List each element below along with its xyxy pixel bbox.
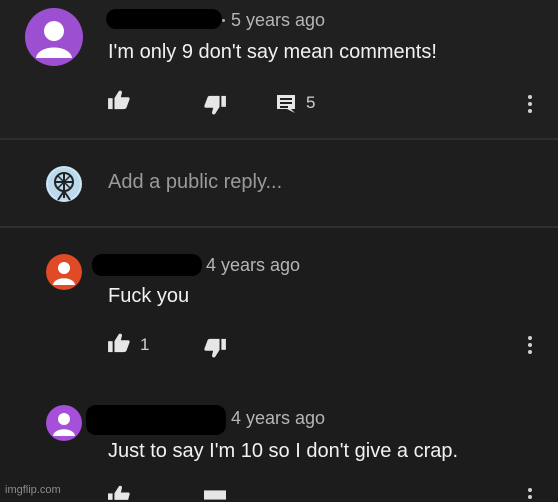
avatar[interactable] bbox=[25, 8, 83, 66]
current-user-avatar[interactable] bbox=[46, 166, 82, 202]
more-options-button[interactable] bbox=[528, 336, 532, 357]
thumbs-down-icon bbox=[204, 95, 226, 115]
user-avatar-icon bbox=[46, 405, 82, 441]
reply-count: 5 bbox=[306, 93, 316, 112]
thumbs-up-icon bbox=[108, 485, 130, 500]
separator-dot bbox=[222, 19, 225, 22]
thumbs-down-icon bbox=[204, 490, 226, 500]
comment-text: Just to say I'm 10 so I don't give a cra… bbox=[108, 440, 459, 462]
like-button[interactable] bbox=[108, 90, 130, 110]
view-replies-button[interactable] bbox=[276, 94, 296, 114]
reply-input[interactable]: Add a public reply... bbox=[108, 171, 282, 194]
comment-timestamp: 5 years ago bbox=[231, 10, 326, 30]
avatar[interactable] bbox=[46, 254, 82, 290]
comment-text: Fuck you bbox=[108, 285, 190, 307]
comment-icon bbox=[277, 95, 295, 113]
avatar[interactable] bbox=[46, 405, 82, 441]
thumbs-up-icon bbox=[108, 90, 130, 110]
thumbs-down-icon bbox=[204, 338, 226, 358]
redacted-username bbox=[106, 9, 222, 29]
user-avatar-icon bbox=[25, 8, 83, 66]
watermark: imgflip.com bbox=[5, 484, 61, 496]
like-button[interactable] bbox=[108, 485, 130, 500]
like-button[interactable] bbox=[108, 333, 130, 353]
comment-timestamp: 4 years ago bbox=[206, 255, 301, 275]
user-avatar-icon bbox=[46, 254, 82, 290]
dislike-button[interactable] bbox=[204, 338, 226, 358]
redacted-username bbox=[86, 405, 226, 435]
redacted-username bbox=[92, 254, 202, 276]
profile-picture-icon bbox=[46, 166, 82, 202]
dislike-button[interactable] bbox=[204, 490, 226, 500]
dislike-button[interactable] bbox=[204, 95, 226, 115]
like-count: 1 bbox=[140, 335, 150, 354]
thumbs-up-icon bbox=[108, 333, 130, 353]
comment-text: I'm only 9 don't say mean comments! bbox=[108, 41, 437, 63]
comment-timestamp: 4 years ago bbox=[231, 408, 326, 428]
more-options-button[interactable] bbox=[528, 95, 532, 116]
